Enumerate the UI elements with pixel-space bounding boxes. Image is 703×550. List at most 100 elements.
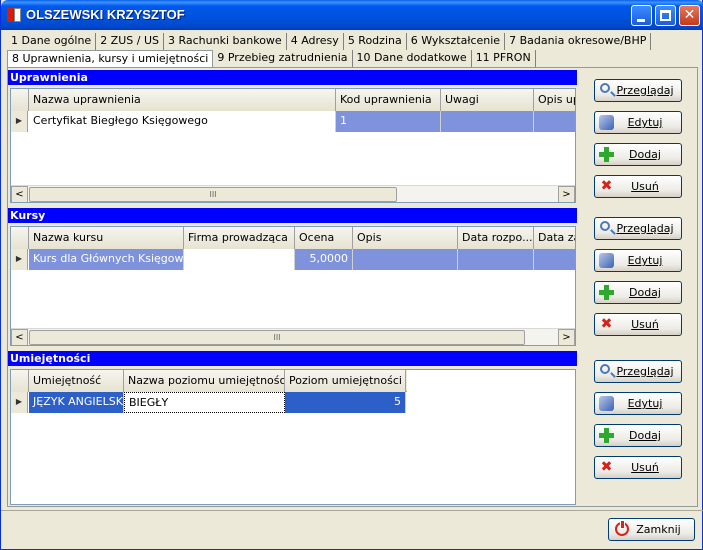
uprawnienia-header: Uprawnienia (8, 70, 577, 85)
tab-dane-ogolne[interactable]: 1 Dane ogólne (7, 33, 97, 50)
kursy-edit-button[interactable]: Edytuj (594, 249, 682, 272)
maximize-button[interactable] (655, 5, 676, 26)
umiejetnosci-delete-button[interactable]: ✖ Usuń (594, 456, 682, 479)
scroll-left-button[interactable]: < (11, 186, 28, 202)
add-icon (599, 147, 614, 162)
power-icon (615, 520, 629, 536)
corner-cell (11, 227, 29, 249)
cell-data-rozpoczecia[interactable] (458, 249, 534, 270)
uprawnienia-edit-button[interactable]: Edytuj (594, 111, 682, 134)
magnifier-icon (600, 221, 610, 231)
close-button[interactable]: Zamknij (608, 518, 695, 541)
magnifier-icon (600, 83, 610, 93)
add-icon (599, 428, 614, 443)
col-nazwa-kursu[interactable]: Nazwa kursu (29, 227, 184, 249)
maximize-icon (660, 10, 671, 21)
kursy-view-button[interactable]: Przeglądaj (594, 217, 682, 240)
table-row[interactable]: ▶ Kurs dla Głównych Księgowych 5,0000 (11, 249, 575, 270)
col-uwagi[interactable]: Uwagi (441, 89, 534, 111)
app-icon (7, 8, 21, 22)
col-opis[interactable]: Opis (353, 227, 458, 249)
row-indicator-icon: ▶ (11, 392, 28, 413)
grid-header: Nazwa uprawnienia Kod uprawnienia Uwagi … (11, 89, 575, 111)
tab-uprawnienia[interactable]: 8 Uprawnienia, kursy i umiejętności (7, 50, 214, 68)
cell-opis[interactable] (353, 249, 458, 270)
tab-row-2: 8 Uprawnienia, kursy i umiejętności 9 Prz… (7, 50, 536, 68)
kursy-add-button[interactable]: Dodaj (594, 281, 682, 304)
tab-rachunki-bankowe[interactable]: 3 Rachunki bankowe (164, 33, 287, 50)
cell-nazwa[interactable]: Certyfikat Biegłego Księgowego (29, 111, 336, 132)
tab-pfron[interactable]: 11 PFRON (471, 50, 536, 67)
col-opis[interactable]: Opis up (534, 89, 575, 111)
table-row[interactable]: ▶ JĘZYK ANGIELSKI BIEGŁY 5 (11, 392, 407, 413)
uprawnienia-delete-button[interactable]: ✖ Usuń (594, 175, 682, 198)
delete-icon: ✖ (600, 316, 613, 332)
kursy-header: Kursy (8, 208, 577, 223)
umiejetnosci-header: Umiejętności (8, 351, 577, 366)
uprawnienia-view-button[interactable]: Przeglądaj (594, 79, 682, 102)
scroll-thumb[interactable]: III (29, 330, 525, 345)
add-icon (599, 285, 614, 300)
col-ocena[interactable]: Ocena (295, 227, 353, 249)
grid-header: Nazwa kursu Firma prowadząca Ocena Opis … (11, 227, 575, 249)
tab-row-1: 1 Dane ogólne 2 ZUS / US 3 Rachunki bankow… (7, 33, 652, 50)
uprawnienia-grid[interactable]: Nazwa uprawnienia Kod uprawnienia Uwagi … (10, 88, 576, 203)
edit-icon (599, 253, 614, 268)
scroll-thumb[interactable]: III (29, 187, 397, 202)
row-indicator-icon: ▶ (11, 111, 28, 132)
col-data-rozpoczecia[interactable]: Data rozpo... (458, 227, 534, 249)
edit-icon (599, 115, 614, 130)
col-kod-uprawnienia[interactable]: Kod uprawnienia (336, 89, 441, 111)
cell-poziom[interactable]: 5 (285, 392, 406, 413)
umiejetnosci-edit-button[interactable]: Edytuj (594, 392, 682, 415)
tab-przebieg-zatrudnienia[interactable]: 9 Przebieg zatrudnienia (213, 50, 353, 67)
corner-cell (11, 370, 29, 392)
cell-opis[interactable] (534, 111, 575, 132)
close-icon: ✕ (683, 7, 696, 23)
col-nazwa-uprawnienia[interactable]: Nazwa uprawnienia (29, 89, 336, 111)
col-nazwa-poziomu[interactable]: Nazwa poziomu umiejętności (124, 370, 285, 392)
tab-adresy[interactable]: 4 Adresy (286, 33, 344, 50)
tab-rodzina[interactable]: 5 Rodzina (343, 33, 407, 50)
cell-kod[interactable]: 1 (336, 111, 441, 132)
tab-badania[interactable]: 7 Badania okresowe/BHP (505, 33, 652, 50)
umiejetnosci-add-button[interactable]: Dodaj (594, 424, 682, 447)
cell-umiejetnosc[interactable]: JĘZYK ANGIELSKI (29, 392, 124, 413)
tab-zus-us[interactable]: 2 ZUS / US (96, 33, 164, 50)
kursy-grid[interactable]: Nazwa kursu Firma prowadząca Ocena Opis … (10, 226, 576, 346)
umiejetnosci-grid[interactable]: Umiejętność Nazwa poziomu umiejętności P… (10, 369, 576, 505)
edit-icon (599, 396, 614, 411)
delete-icon: ✖ (600, 178, 613, 194)
cell-nazwa-poziomu[interactable]: BIEGŁY (124, 392, 285, 413)
col-data-zakonczenia[interactable]: Data za (534, 227, 575, 249)
window-title: OLSZEWSKI KRZYSZTOF (26, 7, 185, 22)
col-poziom[interactable]: Poziom umiejętności (285, 370, 406, 392)
magnifier-icon (600, 364, 610, 374)
umiejetnosci-view-button[interactable]: Przeglądaj (594, 360, 682, 383)
scroll-right-button[interactable]: > (558, 186, 575, 202)
cell-ocena[interactable]: 5,0000 (295, 249, 353, 270)
row-indicator-icon: ▶ (11, 249, 28, 270)
col-firma[interactable]: Firma prowadząca (184, 227, 295, 249)
cell-nazwa-kursu[interactable]: Kurs dla Głównych Księgowych (29, 249, 184, 270)
title-bar[interactable]: OLSZEWSKI KRZYSZTOF ✕ (1, 0, 703, 30)
uprawnienia-add-button[interactable]: Dodaj (594, 143, 682, 166)
horizontal-scrollbar[interactable]: < III > (11, 185, 575, 202)
kursy-delete-button[interactable]: ✖ Usuń (594, 313, 682, 336)
tab-dane-dodatkowe[interactable]: 10 Dane dodatkowe (352, 50, 472, 67)
cell-data-zakonczenia[interactable] (534, 249, 575, 270)
table-row[interactable]: ▶ Certyfikat Biegłego Księgowego 1 (11, 111, 575, 132)
minimize-button[interactable] (631, 5, 652, 26)
close-window-button[interactable]: ✕ (679, 5, 700, 26)
corner-cell (11, 89, 29, 111)
cell-firma[interactable] (184, 249, 295, 270)
delete-icon: ✖ (600, 459, 613, 475)
horizontal-scrollbar[interactable]: < III > (11, 328, 575, 345)
scroll-right-button[interactable]: > (558, 329, 575, 345)
minimize-icon (637, 19, 645, 22)
scroll-left-button[interactable]: < (11, 329, 28, 345)
cell-uwagi[interactable] (441, 111, 534, 132)
grid-header: Umiejętność Nazwa poziomu umiejętności P… (11, 370, 407, 392)
tab-wyksztalcenie[interactable]: 6 Wykształcenie (406, 33, 506, 50)
col-umiejetnosc[interactable]: Umiejętność (29, 370, 124, 392)
